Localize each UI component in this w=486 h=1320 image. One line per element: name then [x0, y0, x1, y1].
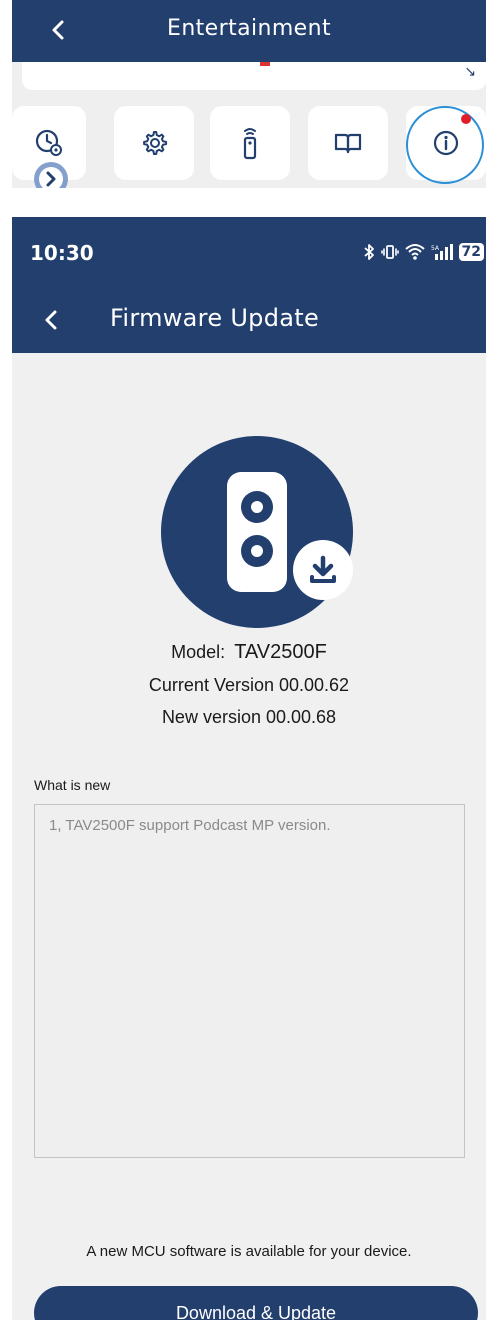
- remote-control-icon: [243, 128, 257, 160]
- cropped-content-strip: ↘: [22, 62, 486, 90]
- vibrate-icon: [380, 245, 399, 259]
- download-icon: [310, 555, 336, 583]
- timer-settings-icon: [35, 129, 62, 156]
- wifi-icon: [404, 244, 425, 260]
- status-time: 10:30: [30, 241, 94, 265]
- download-badge: [293, 540, 353, 600]
- new-version: New version 00.00.68: [161, 707, 337, 727]
- page-title: Firmware Update: [110, 304, 320, 332]
- top-title: Entertainment: [167, 16, 331, 41]
- bluetooth-icon: [363, 244, 374, 260]
- gear-icon: [143, 131, 168, 155]
- settings-button[interactable]: [114, 106, 194, 180]
- navigation-bar: Firmware Update: [12, 287, 486, 353]
- manual-button[interactable]: [308, 106, 388, 180]
- book-icon: [334, 133, 362, 154]
- svg-text:5A: 5A: [431, 245, 440, 252]
- firmware-update-screen: 10:30 5A 72 Firmware Update Model: TAV25…: [12, 217, 486, 1320]
- whats-new-label: What is new: [34, 777, 111, 793]
- status-bar: 10:30 5A 72: [12, 217, 486, 287]
- current-version: Current Version 00.00.62: [148, 675, 350, 695]
- device-info-button[interactable]: [406, 106, 486, 180]
- model-line: Model: TAV2500F: [12, 641, 486, 664]
- model-value: TAV2500F: [234, 641, 327, 663]
- info-icon: [433, 130, 459, 156]
- battery-icon: 72: [458, 243, 484, 261]
- release-notes-box[interactable]: 1, TAV2500F support Podcast MP version.: [34, 804, 465, 1158]
- chevron-left-icon: [45, 310, 57, 330]
- download-update-button[interactable]: Download & Update: [34, 1286, 478, 1320]
- chevron-right-icon: [34, 162, 68, 188]
- update-notice: A new MCU software is available for your…: [86, 1243, 412, 1260]
- chevron-icon: ↘: [464, 64, 476, 80]
- notification-dot: [461, 114, 471, 124]
- release-notes-text: 1, TAV2500F support Podcast MP version.: [49, 817, 331, 834]
- top-screen-crop: Entertainment ↘: [12, 0, 486, 188]
- expand-handle-button[interactable]: [30, 158, 72, 188]
- model-label: Model:: [171, 642, 226, 662]
- remote-control-button[interactable]: [210, 106, 290, 180]
- status-icons: 5A 72: [363, 241, 486, 263]
- top-header-bar: Entertainment: [12, 0, 486, 62]
- signal-5g-icon: 5A: [431, 244, 453, 260]
- back-button[interactable]: [32, 301, 70, 339]
